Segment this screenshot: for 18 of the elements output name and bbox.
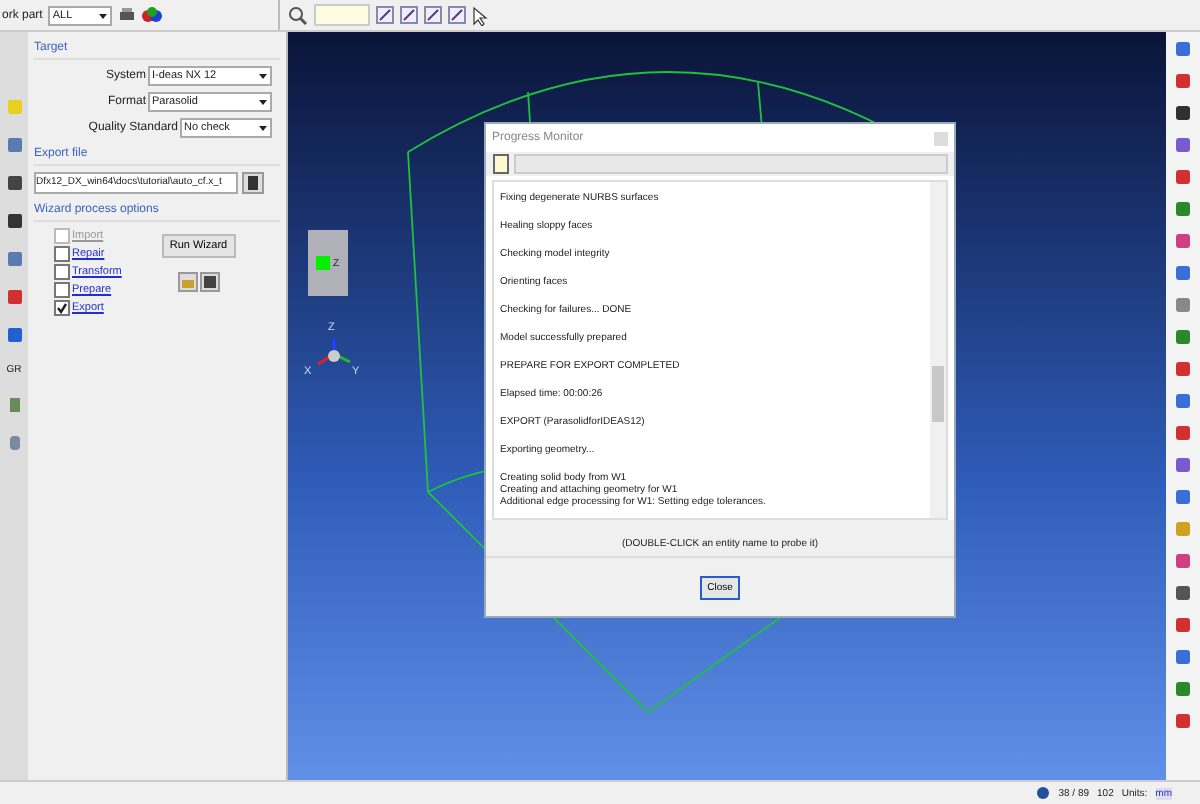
color-balls-icon[interactable]	[142, 6, 163, 24]
checkbox[interactable]	[54, 300, 70, 316]
checkbox[interactable]	[54, 264, 70, 280]
zoom-field[interactable]	[314, 4, 370, 26]
filter-icon[interactable]	[424, 6, 442, 24]
filter-icon[interactable]	[400, 6, 418, 24]
browse-icon[interactable]	[242, 172, 264, 194]
document-icon[interactable]	[492, 154, 510, 174]
axis-triad-icon	[312, 336, 356, 368]
save-icon[interactable]	[199, 272, 220, 292]
checkbox[interactable]	[54, 246, 70, 262]
zoom-icon[interactable]	[288, 5, 308, 25]
checkbox[interactable]	[54, 282, 70, 298]
cursor-icon[interactable]	[472, 5, 488, 25]
filter-icon[interactable]	[448, 6, 466, 24]
printer-icon[interactable]	[118, 6, 137, 24]
scrollbar[interactable]	[930, 182, 946, 518]
filter-icon[interactable]	[376, 6, 394, 24]
